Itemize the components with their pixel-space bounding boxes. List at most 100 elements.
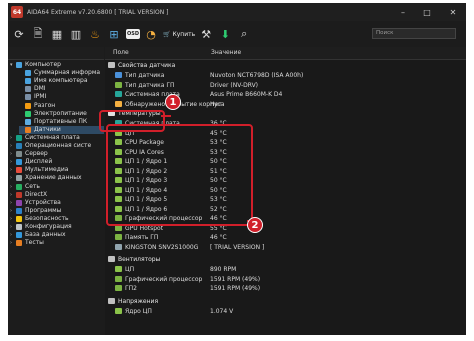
row-field: Свойства датчика <box>118 62 176 69</box>
tree-item[interactable]: Разгон <box>19 102 104 110</box>
row-value: 1.074 V <box>210 307 234 315</box>
tree-item[interactable]: › Сеть <box>10 183 104 191</box>
sensor-row[interactable]: Системная плата Asus Prime B660M-K D4 <box>105 90 466 99</box>
tree-item-label: Сервер <box>25 150 48 158</box>
download-icon[interactable]: ⬇ <box>217 26 233 42</box>
tree-item-icon <box>16 199 22 206</box>
tree-item-icon <box>16 215 22 222</box>
search-toolbar-icon[interactable]: ⌕ <box>236 26 252 42</box>
tree-item-icon <box>16 175 22 182</box>
close-button[interactable]: ✕ <box>442 3 464 21</box>
navigation-tree: ▾ Компьютер Суммарная информа Имя компьютер… <box>8 47 104 335</box>
tree-item-label: Суммарная информа <box>34 69 101 77</box>
tree-item-icon <box>25 70 31 77</box>
tree-item[interactable]: Портативные ПК <box>19 118 104 126</box>
sensor-icon <box>115 234 122 240</box>
tree-item-label: Дисплей <box>25 158 53 166</box>
callout-badge-2: 2 <box>247 217 263 233</box>
tree-item[interactable]: › Мультимедиа <box>10 166 104 174</box>
buy-button[interactable]: 🛒 Купить <box>163 31 195 38</box>
row-field: Напряжения <box>118 297 159 305</box>
tree-item[interactable]: › Хранение данных <box>10 174 104 182</box>
sensor-row[interactable]: ЦП 890 RPM <box>105 265 466 274</box>
tree-item[interactable]: › Системная плата <box>10 134 104 142</box>
tree-item-icon <box>25 86 31 93</box>
tree-item-label: Датчики <box>34 125 61 133</box>
tree-item-label: IPMI <box>34 93 47 101</box>
sensor-row[interactable]: KINGSTON SNV2S1000G [ TRIAL VERSION ] <box>105 243 466 252</box>
row-value: 890 RPM <box>210 266 237 273</box>
tree-item[interactable]: › Безопасность <box>10 215 104 223</box>
tree-item[interactable]: › Программы <box>10 207 104 215</box>
search-input[interactable]: Поиск <box>372 28 456 39</box>
refresh-icon[interactable]: ⟳ <box>11 26 27 42</box>
tree-item[interactable]: › DirectX <box>10 191 104 199</box>
sensor-row[interactable]: Ядро ЦП 1.074 V <box>105 307 466 316</box>
section-row[interactable]: Свойства датчика <box>105 61 466 70</box>
sensor-row[interactable]: Тип датчика ГП Driver (NV-DRV) <box>105 81 466 90</box>
tree-item[interactable]: DMI <box>19 85 104 93</box>
tools-icon[interactable]: ⚒ <box>198 26 214 42</box>
sensor-row[interactable]: Графический процессор 1591 RPM (49%) <box>105 275 466 284</box>
tree-item-label: Хранение данных <box>25 174 82 182</box>
title-bar: 64 AIDA64 Extreme v7.20.6800 [ TRIAL VER… <box>8 3 466 21</box>
maximize-button[interactable]: □ <box>416 3 438 21</box>
memory-icon[interactable]: ▥ <box>68 26 84 42</box>
tree-item[interactable]: › База данных <box>10 231 104 239</box>
network-icon[interactable]: ⊞ <box>106 26 122 42</box>
row-field: ГП2 <box>125 285 137 292</box>
sensor-icon <box>115 72 122 78</box>
section-row[interactable]: Напряжения <box>105 297 466 306</box>
section-icon <box>108 62 115 68</box>
tree-item[interactable]: › Сервер <box>10 150 104 158</box>
flame-icon[interactable]: ♨ <box>87 26 103 42</box>
tree-item-icon <box>16 151 22 158</box>
tree-item[interactable]: IPMI <box>19 93 104 101</box>
tree-item[interactable]: Электропитание <box>19 110 104 118</box>
row-value: Нет <box>210 100 222 108</box>
section-row[interactable]: Вентиляторы <box>105 255 466 264</box>
tree-item[interactable]: Имя компьютера <box>19 77 104 85</box>
row-value: 1591 RPM (49%) <box>210 275 261 283</box>
list-header: Поле Значение <box>105 47 466 60</box>
row-value: Asus Prime B660M-K D4 <box>210 91 283 98</box>
sensor-row[interactable]: Тип датчика Nuvoton NCT6798D (ISA A00h) <box>105 71 466 80</box>
tree-item-icon <box>25 118 31 125</box>
buy-label: Купить <box>172 30 196 38</box>
sensor-row[interactable]: Обнаружено вскрытие корпуса Нет <box>105 100 466 109</box>
motherboard-icon[interactable]: ▦ <box>49 26 65 42</box>
gauge-icon[interactable]: ◔ <box>143 26 159 42</box>
sensor-row[interactable]: ГП2 1591 RPM (49%) <box>105 284 466 293</box>
report-icon[interactable]: 🗎 <box>30 26 46 42</box>
section-icon <box>108 297 115 304</box>
sensor-icon <box>115 285 122 291</box>
sensor-icon <box>115 307 122 314</box>
tree-item-label: Мультимедиа <box>25 166 69 174</box>
tree-item[interactable]: › Дисплей <box>10 158 104 166</box>
tree-item[interactable]: Суммарная информа <box>19 69 104 77</box>
column-field[interactable]: Поле <box>113 49 129 56</box>
column-value[interactable]: Значение <box>211 49 241 56</box>
sensor-row[interactable]: Память ГП 46 °C <box>105 233 466 242</box>
osd-button[interactable]: OSD <box>126 29 141 39</box>
tree-item-icon <box>25 110 31 117</box>
tree-item-label: Системная плата <box>25 133 80 141</box>
tree-item[interactable]: › Устройства <box>10 199 104 207</box>
cart-icon: 🛒 <box>163 30 171 38</box>
row-value: 46 °C <box>210 234 227 241</box>
minimize-button[interactable]: – <box>392 3 414 21</box>
tree-item[interactable]: › Операционная систе <box>10 142 104 150</box>
tree-item-icon <box>25 94 31 101</box>
row-field: Графический процессор <box>125 275 203 283</box>
tree-item[interactable]: Датчики <box>19 125 104 134</box>
sensor-icon <box>115 91 122 97</box>
tree-item-label: DirectX <box>25 190 48 198</box>
tree-item-label: Портативные ПК <box>34 117 88 125</box>
tree-item[interactable]: › Конфигурация <box>10 223 104 231</box>
tree-item-label: Имя компьютера <box>34 77 88 85</box>
tree-item-label: Безопасность <box>25 214 69 222</box>
sensor-icon <box>115 81 122 88</box>
tree-item[interactable]: ▾ Компьютер <box>10 61 104 69</box>
tree-item[interactable]: › Тесты <box>10 239 104 247</box>
row-value: Nuvoton NCT6798D (ISA A00h) <box>210 72 304 79</box>
